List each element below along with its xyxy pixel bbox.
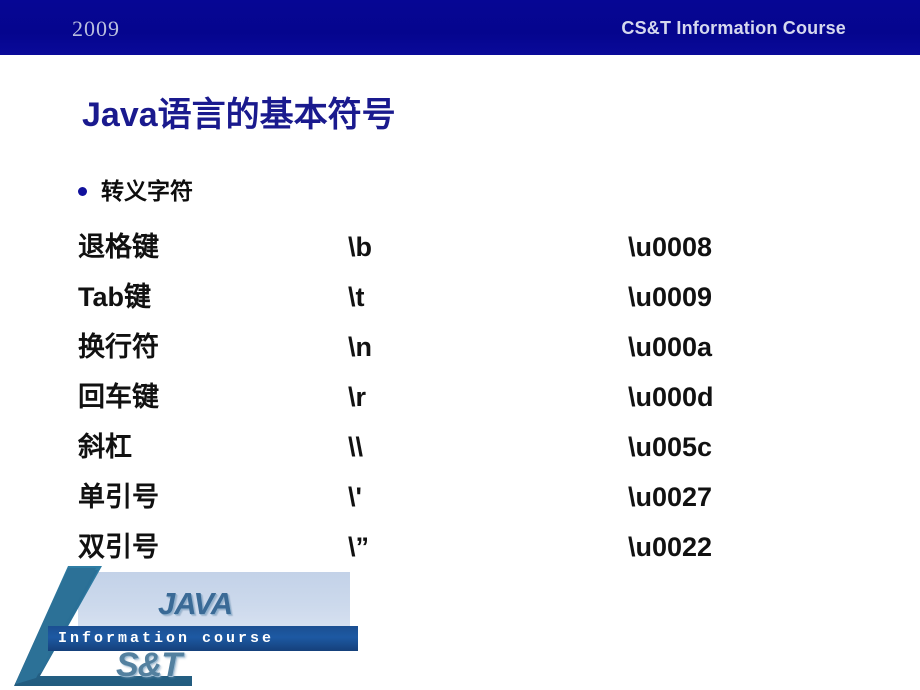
table-row: Tab键 \t \u0009 <box>78 272 838 322</box>
escape-sequence: \r <box>348 382 367 412</box>
escape-name: 斜杠 <box>78 432 132 462</box>
escape-name: 退格键 <box>78 232 159 262</box>
bullet-list-item: 转义字符 <box>78 180 193 203</box>
header-course-title: CS&T Information Course <box>621 18 846 38</box>
escape-sequence: \b <box>348 232 372 262</box>
escape-sequence: \n <box>348 332 372 362</box>
escape-unicode: \u0009 <box>628 282 713 312</box>
logo-information-course-band: Information course <box>48 626 358 651</box>
escape-unicode: \u000d <box>628 382 714 412</box>
bullet-dot-icon <box>78 187 87 196</box>
escape-unicode: \u0027 <box>628 482 713 512</box>
escape-name: 单引号 <box>78 482 159 512</box>
logo-java-wordmark: JAVA <box>158 586 233 621</box>
presentation-slide: 2009 CS&T Information Course Java语言的基本符号… <box>0 0 920 690</box>
escape-sequence: \\ <box>348 432 364 462</box>
slide-header-bar: 2009 CS&T Information Course <box>0 0 920 55</box>
table-row: 回车键 \r \u000d <box>78 372 838 422</box>
escape-name: 换行符 <box>78 332 159 362</box>
escape-unicode: \u000a <box>628 332 713 362</box>
table-row: 斜杠 \\ \u005c <box>78 422 838 472</box>
header-year-label: 2009 <box>72 16 120 41</box>
escape-unicode: \u005c <box>628 432 713 462</box>
bullet-item-label: 转义字符 <box>101 178 193 204</box>
table-row: 单引号 \' \u0027 <box>78 472 838 522</box>
page-title: Java语言的基本符号 <box>82 96 396 134</box>
table-row: 退格键 \b \u0008 <box>78 222 838 272</box>
escape-name: Tab键 <box>78 282 151 312</box>
logo-st-wordmark: S&T <box>116 646 182 684</box>
escape-sequence: \t <box>348 282 365 312</box>
table-row: 换行符 \n \u000a <box>78 322 838 372</box>
escape-character-table: 退格键 \b \u0008 Tab键 \t \u0009 换行符 \n \u00… <box>78 222 838 572</box>
escape-unicode: \u0008 <box>628 232 713 262</box>
java-course-logo: JAVA Information course S&T <box>6 564 366 690</box>
escape-name: 回车键 <box>78 382 159 412</box>
escape-sequence: \' <box>348 482 362 512</box>
escape-unicode: \u0022 <box>628 532 713 562</box>
